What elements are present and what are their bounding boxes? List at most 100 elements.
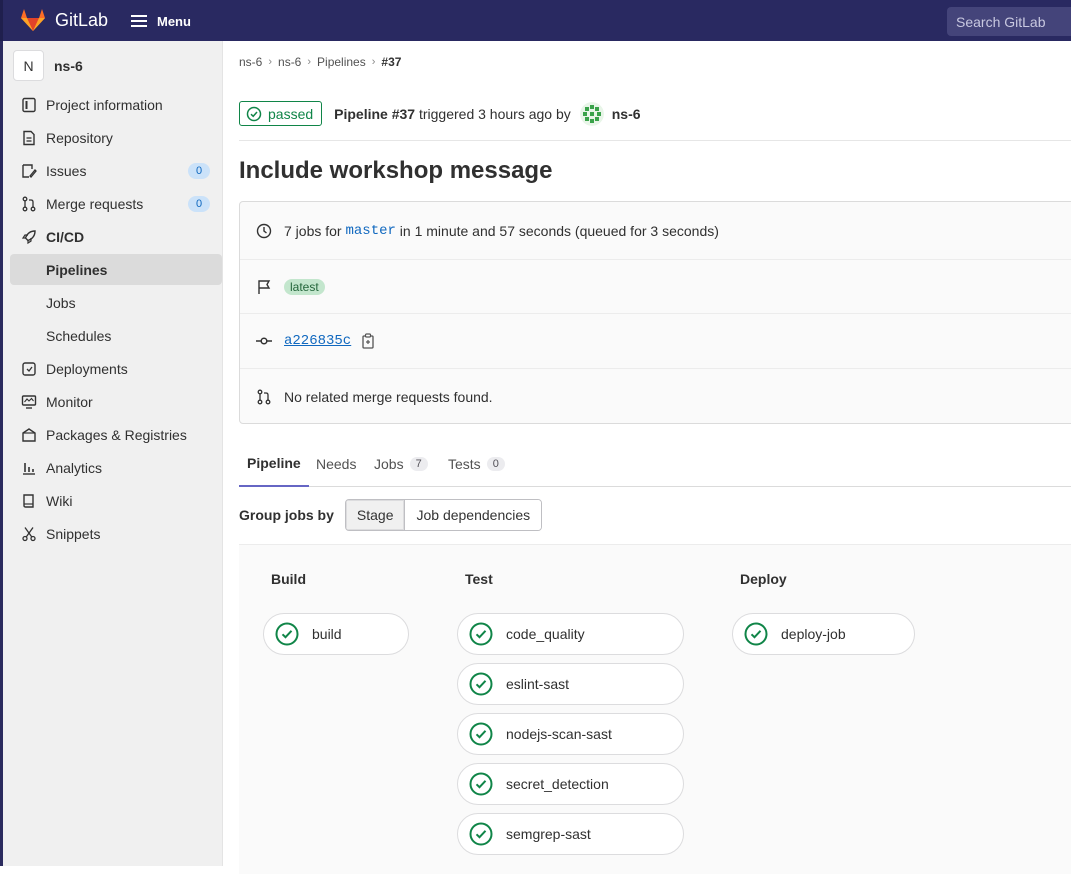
scissors-icon <box>20 525 38 543</box>
sidebar-item-monitor[interactable]: Monitor <box>10 386 222 417</box>
check-circle-icon <box>469 772 493 796</box>
gitlab-logo[interactable] <box>20 8 46 32</box>
latest-badge: latest <box>284 278 325 295</box>
sidebar-item-packages-registries[interactable]: Packages & Registries <box>10 419 222 450</box>
sidebar-item-pipelines[interactable]: Pipelines <box>10 254 222 285</box>
merge-requests-count: 0 <box>188 196 210 212</box>
hamburger-icon <box>131 15 147 27</box>
job-build[interactable]: build <box>263 613 409 655</box>
project-name: ns-6 <box>54 57 83 74</box>
sidebar-item-cicd[interactable]: CI/CD <box>10 221 222 252</box>
package-icon <box>20 426 38 444</box>
check-circle-icon <box>275 622 299 646</box>
tab-jobs[interactable]: Jobs 7 <box>374 441 428 487</box>
doc-icon <box>20 129 38 147</box>
breadcrumb-item[interactable]: ns-6 <box>278 55 301 69</box>
check-circle-icon <box>469 722 493 746</box>
user-avatar[interactable] <box>579 101 604 126</box>
sidebar-item-snippets[interactable]: Snippets <box>10 518 222 549</box>
group-by-label: Group jobs by <box>239 507 334 523</box>
tab-needs[interactable]: Needs <box>316 441 356 487</box>
job-nodejs-scan-sast[interactable]: nodejs-scan-sast <box>457 713 684 755</box>
job-deploy-job[interactable]: deploy-job <box>732 613 915 655</box>
commit-sha-link[interactable]: a226835c <box>284 333 351 349</box>
sidebar-item-schedules[interactable]: Schedules <box>10 320 222 351</box>
sidebar-item-wiki[interactable]: Wiki <box>10 485 222 516</box>
breadcrumb-item[interactable]: ns-6 <box>239 55 262 69</box>
pipeline-info-box: 7 jobs for master in 1 minute and 57 sec… <box>239 201 1071 424</box>
sidebar-item-jobs[interactable]: Jobs <box>10 287 222 318</box>
job-secret-detection[interactable]: secret_detection <box>457 763 684 805</box>
sidebar-item-merge-requests[interactable]: Merge requests 0 <box>10 188 222 219</box>
sidebar-item-analytics[interactable]: Analytics <box>10 452 222 483</box>
tab-tests[interactable]: Tests 0 <box>448 441 505 487</box>
stage-title-test: Test <box>465 571 493 587</box>
job-code-quality[interactable]: code_quality <box>457 613 684 655</box>
info-row-merge-requests: No related merge requests found. <box>240 369 1071 425</box>
menu-button[interactable]: Menu <box>131 11 191 31</box>
book-icon <box>20 492 38 510</box>
group-by-toggle: Stage Job dependencies <box>344 499 543 531</box>
pipeline-name: Pipeline #37 <box>334 105 416 122</box>
project-header[interactable]: N ns-6 <box>13 50 83 81</box>
pipeline-graph: Build Test Deploy build code_quality esl… <box>239 544 1071 874</box>
issues-icon <box>20 162 38 180</box>
group-jobs-by: Group jobs by Stage Job dependencies <box>239 499 543 531</box>
pipeline-tabs: Pipeline Needs Jobs 7 Tests 0 <box>239 441 1071 487</box>
deployments-icon <box>20 360 38 378</box>
monitor-icon <box>20 393 38 411</box>
breadcrumb: ns-6 › ns-6 › Pipelines › #37 <box>239 55 401 69</box>
sidebar-item-repository[interactable]: Repository <box>10 122 222 153</box>
chevron-right-icon: › <box>371 56 376 68</box>
job-semgrep-sast[interactable]: semgrep-sast <box>457 813 684 855</box>
check-circle-icon <box>469 672 493 696</box>
job-eslint-sast[interactable]: eslint-sast <box>457 663 684 705</box>
user-name[interactable]: ns-6 <box>612 106 641 122</box>
info-row-commit: a226835c <box>240 314 1071 369</box>
tests-count: 0 <box>486 457 505 471</box>
pipeline-summary: Pipeline #37 triggered 3 hours ago by <box>334 106 571 122</box>
merge-request-icon <box>20 195 38 213</box>
info-icon <box>20 96 38 114</box>
page-title: Include workshop message <box>239 157 553 184</box>
tab-pipeline[interactable]: Pipeline <box>239 441 309 487</box>
chevron-right-icon: › <box>268 56 273 68</box>
sidebar-item-project-information[interactable]: Project information <box>10 89 222 120</box>
merge-request-icon <box>256 389 272 405</box>
analytics-icon <box>20 459 38 477</box>
flag-icon <box>256 279 272 295</box>
branch-link[interactable]: master <box>345 223 395 239</box>
search-input[interactable]: Search GitLab <box>947 7 1071 36</box>
status-badge[interactable]: passed <box>239 101 323 126</box>
check-circle-icon <box>469 622 493 646</box>
check-circle-icon <box>744 622 768 646</box>
clock-icon <box>256 223 272 239</box>
sidebar-item-issues[interactable]: Issues 0 <box>10 155 222 186</box>
status-label: passed <box>268 105 314 122</box>
chevron-right-icon: › <box>307 56 312 68</box>
info-row-jobs: 7 jobs for master in 1 minute and 57 sec… <box>240 202 1071 260</box>
pipeline-triggered: triggered 3 hours ago by <box>418 105 571 122</box>
check-circle-icon <box>469 822 493 846</box>
project-avatar: N <box>13 50 44 81</box>
sidebar: N ns-6 Project information Repository Is… <box>0 41 223 866</box>
rocket-icon <box>20 228 38 246</box>
stage-toggle-button[interactable]: Stage <box>345 500 406 530</box>
menu-label: Menu <box>157 13 191 29</box>
main-content: ns-6 › ns-6 › Pipelines › #37 passed Pip… <box>223 41 1071 874</box>
top-navbar: GitLab Menu Search GitLab <box>0 0 1071 41</box>
stage-title-build: Build <box>271 571 306 587</box>
job-dependencies-toggle-button[interactable]: Job dependencies <box>405 500 542 530</box>
issues-count: 0 <box>188 163 210 179</box>
info-row-badges: latest <box>240 260 1071 314</box>
copy-icon[interactable] <box>361 333 375 349</box>
brand-name[interactable]: GitLab <box>55 10 108 31</box>
pipeline-header: passed Pipeline #37 triggered 3 hours ag… <box>239 101 641 126</box>
stage-title-deploy: Deploy <box>740 571 787 587</box>
breadcrumb-current[interactable]: #37 <box>381 55 401 69</box>
sidebar-item-deployments[interactable]: Deployments <box>10 353 222 384</box>
divider <box>239 140 1071 141</box>
breadcrumb-item[interactable]: Pipelines <box>317 55 366 69</box>
commit-icon <box>256 333 272 349</box>
jobs-count: 7 <box>409 457 428 471</box>
